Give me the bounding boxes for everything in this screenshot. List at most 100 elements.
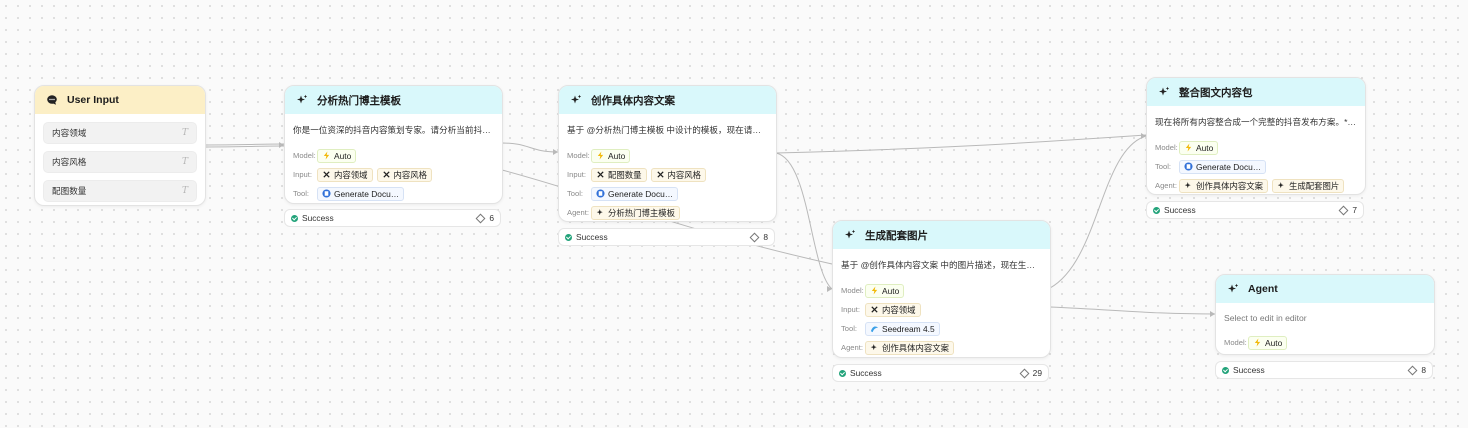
edge-user-to-analyze-2 [204,145,285,148]
model-label: Model: [1224,338,1247,347]
model-chip[interactable]: Auto [865,283,905,298]
edge-image-to-integrate [1049,135,1147,289]
model-chip[interactable]: Auto [591,148,631,163]
tool-row: Tool: Generate Docu… [567,184,768,203]
model-value: Auto [882,285,900,296]
tool-chip[interactable]: Generate Docu… [317,186,405,201]
tool-chip[interactable]: Generate Docu… [591,186,679,201]
field-label: 内容风格 [52,157,87,167]
input-row: Input: 内容领域 [841,300,1042,319]
sparkle-icon [1184,181,1193,190]
agent-value: 创作具体内容文案 [1196,180,1263,191]
agent-chip[interactable]: 分析热门博主模板 [591,205,680,220]
node-title: Agent [1248,283,1278,295]
agent-chip[interactable]: 创作具体内容文案 [1179,178,1268,193]
variable-x-icon [870,305,879,314]
sparkle-icon [569,93,583,107]
variable-x-icon [656,170,665,179]
tool-label: Tool: [567,189,584,198]
node-prompt: Select to edit in editor [1224,313,1307,323]
node-header: 整合图文内容包 [1147,78,1365,106]
input-chip[interactable]: 配图数量 [591,167,647,182]
input-row: Input: 配图数量 内容风格 [567,165,768,184]
agent-chip[interactable]: 创作具体内容文案 [865,340,954,355]
diamond-icon [749,232,760,242]
input-chip[interactable]: 内容领域 [865,302,921,317]
tool-row: Tool: Generate Docu… [1155,157,1357,176]
agent-row: Agent: 创作具体内容文案 生成配套图片 [1155,176,1357,194]
tool-row: Tool: Generate Docu… [293,184,494,203]
agent-value: 生成配套图片 [1289,180,1340,191]
document-tool-icon [596,189,605,198]
document-tool-icon [1184,162,1193,171]
status-bar-image: Success 29 [832,364,1049,382]
tool-chip[interactable]: Generate Docu… [1179,159,1267,174]
model-chip[interactable]: Auto [1248,335,1288,350]
model-chip[interactable]: Auto [317,148,357,163]
tool-label: Tool: [841,324,858,333]
agent-label: Agent: [841,343,863,352]
check-circle-icon [1153,206,1160,214]
sparkle-icon [1226,282,1240,296]
status-text: Success [1233,365,1265,375]
lightning-icon [322,151,331,160]
sparkle-icon [1277,181,1286,190]
input-value: 内容领域 [882,304,916,315]
tool-label: Tool: [293,189,310,198]
model-value: Auto [1196,142,1214,153]
input-value: 内容风格 [667,169,702,180]
agent-chip[interactable]: 生成配套图片 [1272,178,1345,193]
agent-label: Agent: [567,208,589,217]
status-bar-agent: Success 8 [1215,361,1433,379]
user-input-field[interactable]: 配图数量 T [43,180,197,202]
check-circle-icon [565,233,572,241]
model-label: Model: [567,151,590,160]
node-prompt: 现在将所有内容整合成一个完整的抖音发布方案。**… [1155,117,1357,127]
node-prompt: 你是一位资深的抖音内容策划专家。请分析当前抖音… [293,125,494,135]
tool-chip[interactable]: Seedream 4.5 [865,321,940,336]
status-text: Success [850,368,882,378]
node-title: 整合图文内容包 [1179,86,1253,99]
agent-value: 创作具体内容文案 [882,342,949,353]
node-header: Agent [1216,275,1434,303]
diamond-icon [1407,365,1418,375]
node-integrate-package[interactable]: 整合图文内容包 现在将所有内容整合成一个完整的抖音发布方案。**… Model:… [1146,77,1366,195]
node-generate-images[interactable]: 生成配套图片 基于 @创作具体内容文案 中的图片描述，现在生成所… Model:… [832,220,1051,358]
input-chip[interactable]: 内容风格 [376,167,432,182]
text-type-icon: T [181,186,188,196]
tool-value: Seedream 4.5 [882,323,935,334]
user-input-field[interactable]: 内容风格 T [43,151,197,173]
agent-value: 分析热门博主模板 [608,207,675,218]
model-value: Auto [608,150,626,161]
user-input-field[interactable]: 内容领域 T [43,122,197,144]
node-create-content[interactable]: 创作具体内容文案 基于 @分析热门博主模板 中设计的模板，现在请创作… Mode… [558,85,777,222]
model-chip[interactable]: Auto [1179,140,1219,155]
status-count: 8 [1421,365,1426,375]
input-chip[interactable]: 内容领域 [317,167,373,182]
node-header: 分析热门博主模板 [285,86,502,114]
input-label: Input: [841,305,860,314]
node-title: 创作具体内容文案 [591,94,675,107]
node-agent[interactable]: Agent Select to edit in editor Model: Au… [1215,274,1435,355]
model-row: Model: Auto [841,281,1042,300]
node-header: 创作具体内容文案 [559,86,776,114]
model-label: Model: [293,151,316,160]
lightning-icon [596,151,605,160]
node-header: 生成配套图片 [833,221,1050,249]
diamond-icon [475,213,486,223]
node-title: 分析热门博主模板 [317,94,401,107]
node-user-input[interactable]: User Input 内容领域 T 内容风格 T 配图数量 T [34,85,206,206]
agent-label: Agent: [1155,181,1177,190]
model-row: Model: Auto [567,146,768,165]
status-count: 7 [1352,205,1357,215]
status-count: 8 [763,232,768,242]
node-analyze-template[interactable]: 分析热门博主模板 你是一位资深的抖音内容策划专家。请分析当前抖音… Model:… [284,85,503,204]
input-value: 内容风格 [393,169,428,180]
field-label: 内容领域 [52,128,87,138]
sparkle-icon [295,93,309,107]
sparkle-icon [1157,85,1171,99]
model-row: Model: Auto [1155,138,1357,157]
model-row: Model: Auto [293,146,494,165]
tool-value: Generate Docu… [608,188,674,199]
input-chip[interactable]: 内容风格 [650,167,706,182]
